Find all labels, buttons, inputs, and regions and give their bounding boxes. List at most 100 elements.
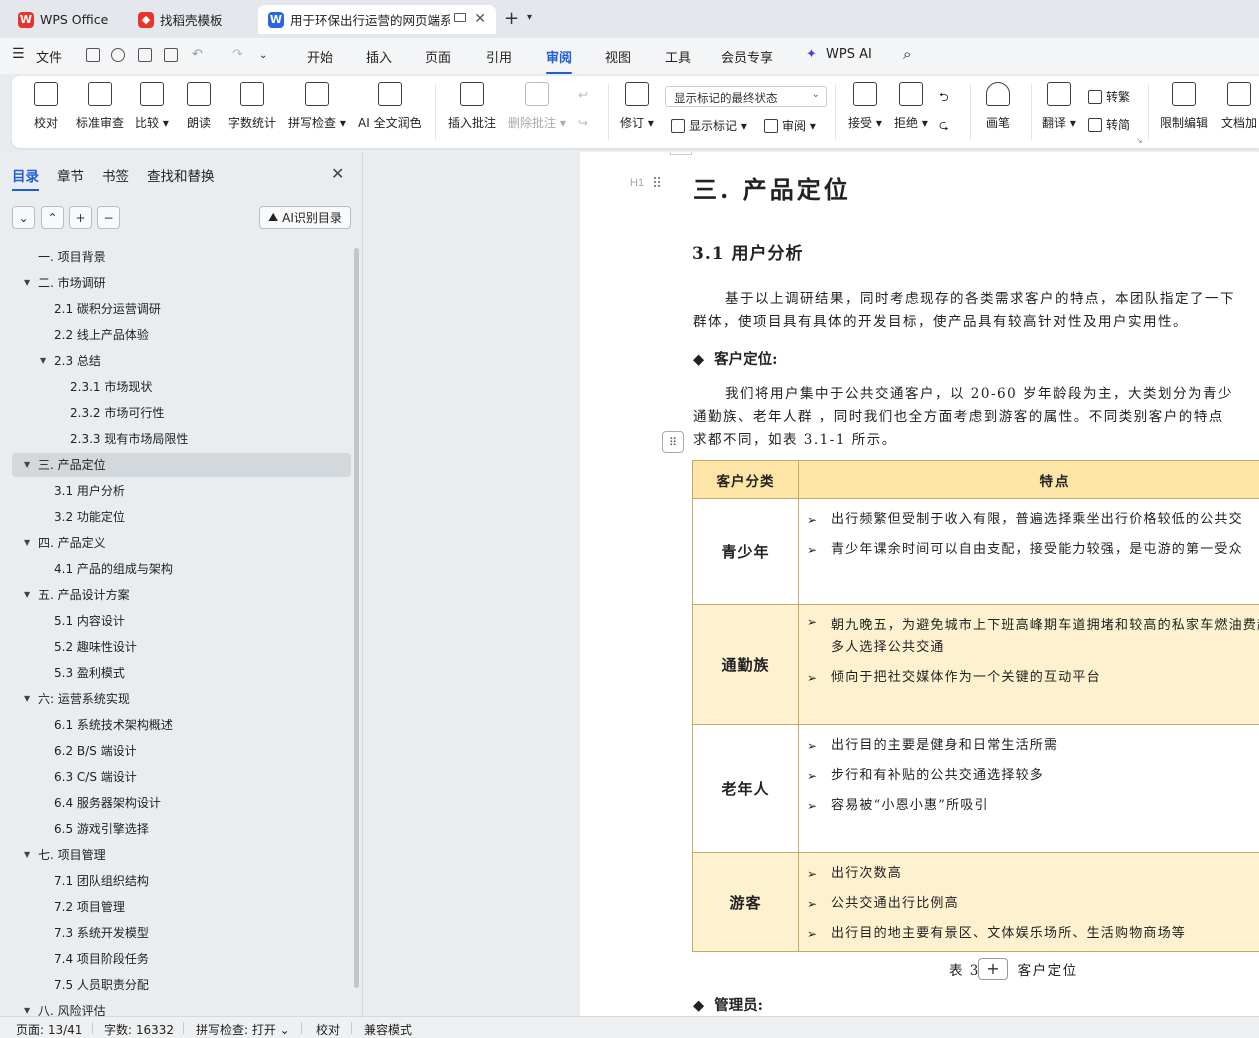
menu-page[interactable]: 页面: [425, 47, 451, 66]
hamburger-icon[interactable]: ☰: [12, 46, 25, 62]
print-preview-icon[interactable]: [164, 48, 178, 62]
tab-template[interactable]: ◆ 找稻壳模板: [128, 5, 250, 34]
to-traditional-button[interactable]: 转繁: [1088, 88, 1130, 105]
table-move-handle-icon[interactable]: ⠿: [662, 431, 684, 453]
expand-arrow-icon[interactable]: ▼: [24, 687, 30, 711]
close-panel-icon[interactable]: ✕: [331, 164, 344, 183]
expand-group-icon[interactable]: ↘: [1136, 136, 1143, 145]
compare-button[interactable]: 比较 ▾: [135, 82, 169, 131]
menu-view[interactable]: 视图: [605, 47, 631, 66]
expand-down-button[interactable]: ⌄: [12, 206, 35, 229]
proofread-button[interactable]: 校对: [34, 82, 58, 131]
tab-toc[interactable]: 目录: [12, 165, 39, 191]
toc-item[interactable]: 6.5 游戏引擎选择: [12, 817, 351, 841]
standard-review-button[interactable]: 标准审查: [76, 82, 124, 131]
toc-item[interactable]: 2.1 碳积分运营调研: [12, 297, 351, 321]
toc-item[interactable]: ▼ 三. 产品定位: [12, 453, 351, 477]
expand-arrow-icon[interactable]: ▼: [24, 843, 30, 867]
menu-review[interactable]: 审阅: [546, 47, 573, 74]
undo-icon[interactable]: ↶: [192, 47, 203, 62]
tab-document[interactable]: W 用于环保出行运营的网页端系 ✕: [258, 5, 496, 34]
toc-item[interactable]: ▼ 2.3 总结: [12, 349, 351, 373]
show-marks-button[interactable]: 显示标记 ▾: [671, 117, 747, 134]
toc-item[interactable]: ▼ 六: 运营系统实现: [12, 687, 351, 711]
chevron-down-icon[interactable]: ▾: [527, 12, 532, 23]
redo-icon[interactable]: ↷: [232, 47, 243, 62]
document-page[interactable]: H1 ⠿ 三. 产品定位 3.1 用户分析 基于以上调研结果，同时考虑现存的各类…: [580, 152, 1259, 1016]
toc-item[interactable]: 5.1 内容设计: [12, 609, 351, 633]
expand-arrow-icon[interactable]: ▼: [24, 531, 30, 555]
drag-handle-icon[interactable]: ⠿: [652, 176, 662, 192]
expand-arrow-icon[interactable]: ▼: [24, 583, 30, 607]
delete-comment-button[interactable]: 删除批注 ▾: [508, 82, 566, 131]
wps-ai-icon[interactable]: ✦: [806, 47, 817, 62]
toc-item[interactable]: ▼ 七. 项目管理: [12, 843, 351, 867]
proofread-indicator[interactable]: 校对: [316, 1021, 340, 1038]
menu-start[interactable]: 开始: [307, 47, 333, 66]
ai-toc-button[interactable]: ⛰ AI识别目录: [259, 206, 351, 229]
next-revision-icon[interactable]: ⮎: [939, 116, 949, 137]
toc-item[interactable]: 6.4 服务器架构设计: [12, 791, 351, 815]
review-pane-button[interactable]: 审阅 ▾: [764, 117, 816, 134]
spell-check-button[interactable]: 拼写检查 ▾: [288, 82, 346, 131]
expand-arrow-icon[interactable]: ▼: [40, 349, 46, 373]
expand-arrow-icon[interactable]: ▼: [24, 453, 30, 477]
menu-reference[interactable]: 引用: [486, 47, 512, 66]
restrict-edit-button[interactable]: 限制编辑: [1160, 82, 1208, 131]
monitor-icon[interactable]: [454, 13, 466, 22]
toc-item[interactable]: 2.3.1 市场现状: [12, 375, 351, 399]
toc-item[interactable]: 一. 项目背景: [12, 245, 351, 269]
menu-member[interactable]: 会员专享: [721, 47, 773, 66]
brush-button[interactable]: 画笔: [986, 82, 1010, 131]
toc-item[interactable]: 6.3 C/S 端设计: [12, 765, 351, 789]
ai-polish-button[interactable]: AI 全文润色: [358, 82, 422, 131]
save-icon[interactable]: [86, 48, 100, 62]
spell-check-indicator[interactable]: 拼写检查: 打开 ⌄: [196, 1021, 290, 1038]
next-comment-icon[interactable]: ↪: [578, 116, 588, 130]
toc-item[interactable]: 7.2 项目管理: [12, 895, 351, 919]
tab-bookmarks[interactable]: 书签: [102, 165, 129, 185]
print-icon[interactable]: [138, 48, 152, 62]
new-tab-icon[interactable]: +: [504, 8, 519, 29]
tab-sections[interactable]: 章节: [57, 165, 84, 185]
menu-wps-ai[interactable]: WPS AI: [826, 47, 872, 62]
menu-file[interactable]: 文件: [36, 47, 62, 66]
toc-item[interactable]: ▼ 四. 产品定义: [12, 531, 351, 555]
close-tab-icon[interactable]: ✕: [474, 11, 486, 27]
toc-item[interactable]: 5.3 盈利模式: [12, 661, 351, 685]
export-icon[interactable]: [111, 48, 125, 62]
search-icon[interactable]: ⌕: [903, 45, 911, 63]
menu-insert[interactable]: 插入: [366, 47, 392, 66]
expand-arrow-icon[interactable]: ▼: [24, 271, 30, 295]
toc-item[interactable]: ▼ 二. 市场调研: [12, 271, 351, 295]
reject-button[interactable]: 拒绝 ▾: [894, 82, 928, 131]
toc-item[interactable]: 7.1 团队组织结构: [12, 869, 351, 893]
to-simplified-button[interactable]: 转简: [1088, 116, 1130, 133]
accept-button[interactable]: 接受 ▾: [848, 82, 882, 131]
collapse-up-button[interactable]: ⌃: [41, 206, 64, 229]
toc-item[interactable]: 6.1 系统技术架构概述: [12, 713, 351, 737]
word-count-indicator[interactable]: 字数: 16332: [104, 1021, 174, 1038]
toc-scrollbar[interactable]: [354, 248, 359, 988]
toc-item[interactable]: 7.3 系统开发模型: [12, 921, 351, 945]
read-aloud-button[interactable]: 朗读: [187, 82, 211, 131]
word-count-button[interactable]: 字数统计: [228, 82, 276, 131]
prev-revision-icon[interactable]: ⮌: [939, 88, 949, 109]
add-row-button[interactable]: +: [978, 958, 1008, 980]
remove-heading-button[interactable]: −: [97, 206, 120, 229]
toc-item[interactable]: 4.1 产品的组成与架构: [12, 557, 351, 581]
insert-comment-button[interactable]: 插入批注: [448, 82, 496, 131]
toc-item[interactable]: 7.4 项目阶段任务: [12, 947, 351, 971]
more-chevron-icon[interactable]: ⌄: [259, 50, 267, 61]
prev-comment-icon[interactable]: ↩: [578, 88, 588, 102]
toc-item[interactable]: 5.2 趣味性设计: [12, 635, 351, 659]
toc-item[interactable]: 2.3.3 现有市场局限性: [12, 427, 351, 451]
document-encrypt-button[interactable]: 文档加: [1221, 82, 1257, 131]
toc-item[interactable]: ▼ 五. 产品设计方案: [12, 583, 351, 607]
revise-button[interactable]: 修订 ▾: [620, 82, 654, 131]
menu-tools[interactable]: 工具: [665, 47, 691, 66]
page-indicator[interactable]: 页面: 13/41: [16, 1021, 82, 1038]
toc-item[interactable]: 7.5 人员职责分配: [12, 973, 351, 997]
display-mode-select[interactable]: 显示标记的最终状态 ⌄: [665, 86, 827, 107]
toc-item[interactable]: 2.2 线上产品体验: [12, 323, 351, 347]
